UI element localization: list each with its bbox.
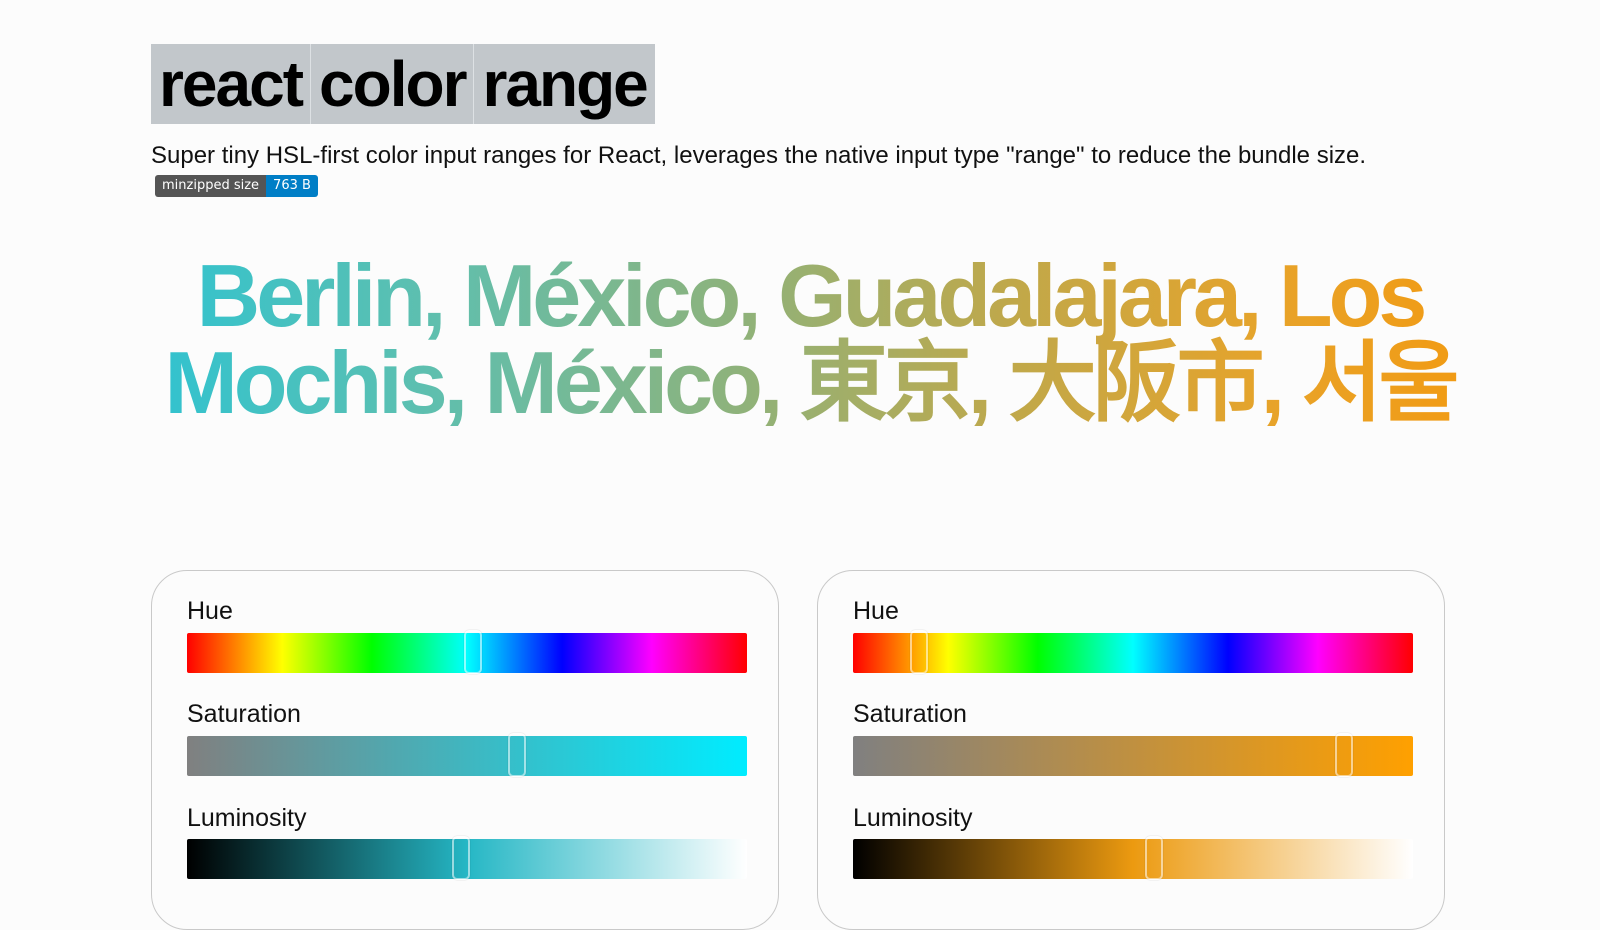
luminosity-label: Luminosity [853,804,973,832]
description-text: Super tiny HSL-first color input ranges … [151,142,1367,169]
description: Super tiny HSL-first color input ranges … [151,141,1411,199]
gradient-preview-text: Berlin, México, Guadalajara, Los Mochis,… [140,252,1480,427]
badge-label: minzipped size [155,175,267,197]
hue-slider-thumb[interactable] [464,630,483,674]
size-badge[interactable]: minzipped size 763 B [155,175,318,197]
hue-slider[interactable] [853,630,1413,674]
luminosity-slider-thumb[interactable] [452,836,471,880]
hue-label: Hue [187,597,233,625]
luminosity-slider[interactable] [187,836,747,880]
saturation-slider[interactable] [187,733,747,777]
color-picker-card-1: Hue Saturation Luminosity [151,570,779,930]
hue-slider[interactable] [187,630,747,674]
luminosity-label: Luminosity [187,804,307,832]
badge-value: 763 B [266,175,318,197]
color-picker-card-2: Hue Saturation Luminosity [817,570,1445,930]
saturation-slider[interactable] [853,733,1413,777]
title-word: range [474,44,655,124]
title-word: react [151,44,311,124]
luminosity-slider[interactable] [853,836,1413,880]
hue-label: Hue [853,597,899,625]
title-word: color [311,44,475,124]
saturation-label: Saturation [187,700,301,728]
page-title: react color range [151,44,655,124]
saturation-slider-thumb[interactable] [507,733,526,777]
hue-slider-thumb[interactable] [910,630,929,674]
saturation-slider-thumb[interactable] [1334,733,1353,777]
saturation-label: Saturation [853,700,967,728]
luminosity-slider-thumb[interactable] [1145,836,1164,880]
